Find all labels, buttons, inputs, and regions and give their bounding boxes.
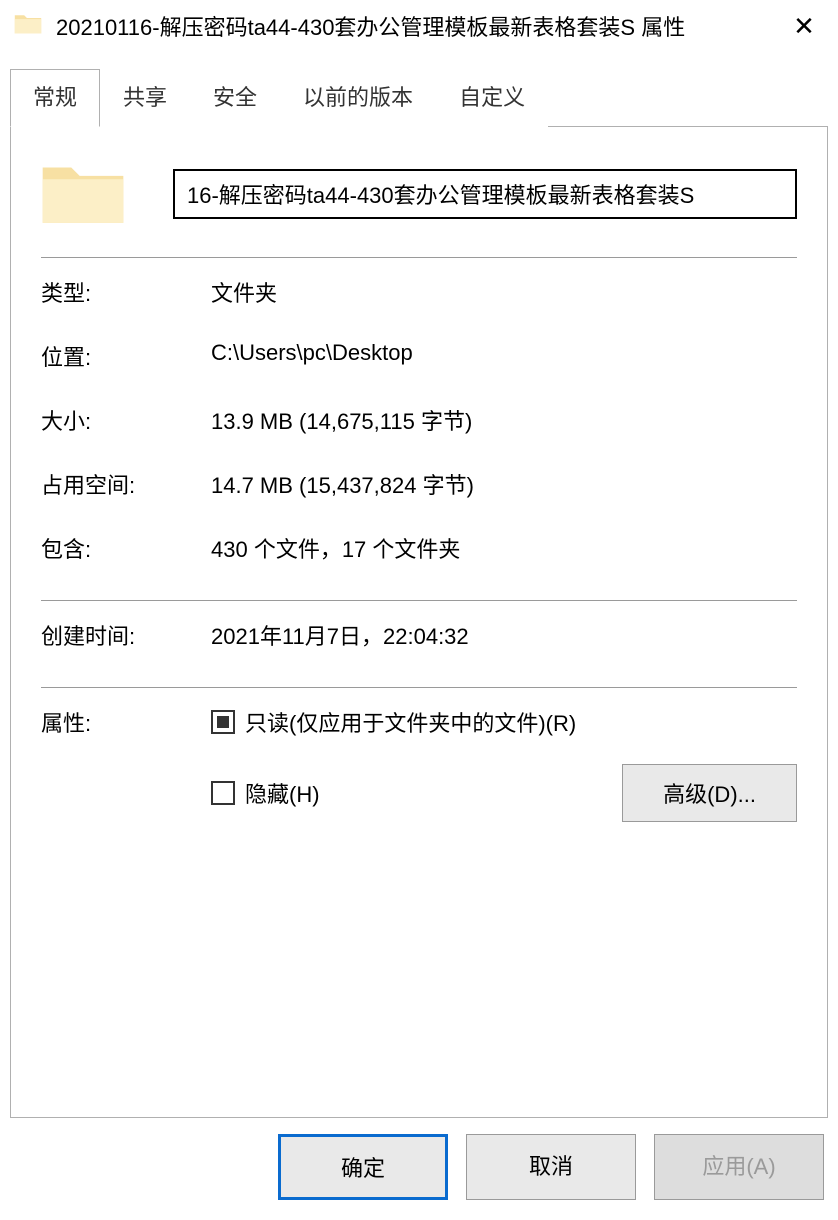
ok-button[interactable]: 确定 xyxy=(278,1134,448,1200)
close-icon[interactable]: ✕ xyxy=(784,11,824,42)
ondisk-label: 占用空间: xyxy=(41,468,211,500)
folder-name-input[interactable] xyxy=(173,169,797,219)
ondisk-value: 14.7 MB (15,437,824 字节) xyxy=(211,468,474,500)
header-row xyxy=(41,157,797,253)
readonly-label: 只读(仅应用于文件夹中的文件)(R) xyxy=(245,706,576,738)
hidden-checkbox[interactable] xyxy=(211,781,235,805)
advanced-button[interactable]: 高级(D)... xyxy=(622,764,797,822)
hidden-row: 隐藏(H) xyxy=(211,777,320,809)
location-value: C:\Users\pc\Desktop xyxy=(211,340,413,372)
size-label: 大小: xyxy=(41,404,211,436)
separator xyxy=(41,687,797,688)
dialog-footer: 确定 取消 应用(A) xyxy=(0,1118,838,1220)
separator xyxy=(41,257,797,258)
folder-icon xyxy=(41,157,125,231)
readonly-checkbox[interactable] xyxy=(211,710,235,734)
tab-row: 常规 共享 安全 以前的版本 自定义 xyxy=(10,68,828,126)
created-value: 2021年11月7日，22:04:32 xyxy=(211,619,469,651)
tab-customize[interactable]: 自定义 xyxy=(436,69,548,127)
apply-button[interactable]: 应用(A) xyxy=(654,1134,824,1200)
titlebar: 20210116-解压密码ta44-430套办公管理模板最新表格套装S 属性 ✕ xyxy=(0,0,838,52)
window-title: 20210116-解压密码ta44-430套办公管理模板最新表格套装S 属性 xyxy=(56,10,784,42)
separator xyxy=(41,600,797,601)
row-contains: 包含: 430 个文件，17 个文件夹 xyxy=(41,532,797,564)
row-created: 创建时间: 2021年11月7日，22:04:32 xyxy=(41,619,797,651)
row-size-on-disk: 占用空间: 14.7 MB (15,437,824 字节) xyxy=(41,468,797,500)
location-label: 位置: xyxy=(41,340,211,372)
tabs-area: 常规 共享 安全 以前的版本 自定义 类型: 文件夹 xyxy=(0,52,838,1118)
row-attributes: 属性: 只读(仅应用于文件夹中的文件)(R) 隐藏(H) 高级(D)... xyxy=(41,706,797,822)
folder-icon xyxy=(14,12,56,40)
row-type: 类型: 文件夹 xyxy=(41,276,797,308)
contains-label: 包含: xyxy=(41,532,211,564)
tab-general[interactable]: 常规 xyxy=(10,69,100,127)
type-label: 类型: xyxy=(41,276,211,308)
attributes-label: 属性: xyxy=(41,706,211,822)
tab-sharing[interactable]: 共享 xyxy=(100,69,190,127)
type-value: 文件夹 xyxy=(211,276,277,308)
row-location: 位置: C:\Users\pc\Desktop xyxy=(41,340,797,372)
contains-value: 430 个文件，17 个文件夹 xyxy=(211,532,460,564)
tab-previous-versions[interactable]: 以前的版本 xyxy=(280,69,436,127)
cancel-button[interactable]: 取消 xyxy=(466,1134,636,1200)
properties-dialog: 20210116-解压密码ta44-430套办公管理模板最新表格套装S 属性 ✕… xyxy=(0,0,838,1220)
tab-security[interactable]: 安全 xyxy=(190,69,280,127)
tab-panel-general: 类型: 文件夹 位置: C:\Users\pc\Desktop 大小: 13.9… xyxy=(10,126,828,1118)
row-size: 大小: 13.9 MB (14,675,115 字节) xyxy=(41,404,797,436)
size-value: 13.9 MB (14,675,115 字节) xyxy=(211,404,472,436)
readonly-row: 只读(仅应用于文件夹中的文件)(R) xyxy=(211,706,797,738)
hidden-label: 隐藏(H) xyxy=(245,777,320,809)
created-label: 创建时间: xyxy=(41,619,211,651)
